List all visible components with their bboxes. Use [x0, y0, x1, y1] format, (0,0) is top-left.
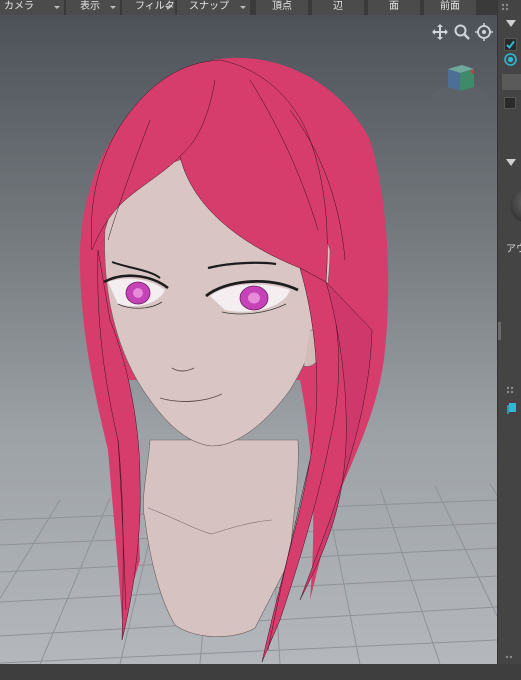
option-checkbox[interactable] [504, 38, 517, 51]
panel-grip-icon[interactable] [501, 3, 515, 13]
front-view-label: 前面 [440, 1, 460, 12]
bottom-status-strip [0, 664, 521, 680]
collapse-arrow-icon-2[interactable] [506, 159, 516, 167]
option-radio[interactable] [504, 53, 517, 66]
panel-grip-icon-2[interactable] [506, 386, 516, 396]
menu-display-label: 表示 [80, 1, 100, 12]
zoom-view-icon[interactable] [453, 23, 471, 41]
menu-display[interactable]: 表示 [66, 0, 120, 15]
move-view-icon[interactable] [431, 23, 449, 41]
face-mode-label: 面 [389, 1, 399, 12]
panel-splitter[interactable] [498, 322, 501, 340]
menu-snap-label: スナップ [189, 1, 229, 12]
menu-filter[interactable]: フィルタ [122, 0, 175, 15]
edge-mode-label: 辺 [333, 1, 343, 12]
dial-label: アウ [506, 244, 521, 255]
vertex-mode-label: 頂点 [272, 1, 292, 12]
layer-icon[interactable] [507, 403, 517, 414]
vertex-mode-button[interactable]: 頂点 [256, 0, 308, 15]
attribute-side-panel: アウ [497, 0, 521, 664]
edge-mode-button[interactable]: 辺 [312, 0, 364, 15]
face-mode-button[interactable]: 面 [368, 0, 420, 15]
viewport-nav-icons [431, 23, 493, 41]
scene-render [0, 57, 497, 664]
3d-viewport[interactable] [0, 15, 497, 664]
color-swatch[interactable] [504, 97, 516, 109]
menu-camera-label: カメラ [4, 1, 34, 12]
view-cube[interactable] [430, 57, 490, 113]
dial-knob[interactable] [510, 188, 521, 222]
checkmark-icon [506, 40, 515, 50]
collapse-arrow-icon[interactable] [506, 20, 516, 28]
viewport-menubar: カメラ 表示 フィルタ スナップ 頂点 辺 面 前面 [0, 0, 497, 15]
menu-snap[interactable]: スナップ [177, 0, 250, 15]
front-view-button[interactable]: 前面 [424, 0, 476, 15]
value-field[interactable] [502, 74, 521, 90]
orbit-view-icon[interactable] [475, 23, 493, 41]
resize-grip-icon[interactable] [504, 652, 518, 662]
menu-camera[interactable]: カメラ [0, 0, 64, 15]
menu-filter-label: フィルタ [135, 1, 175, 12]
